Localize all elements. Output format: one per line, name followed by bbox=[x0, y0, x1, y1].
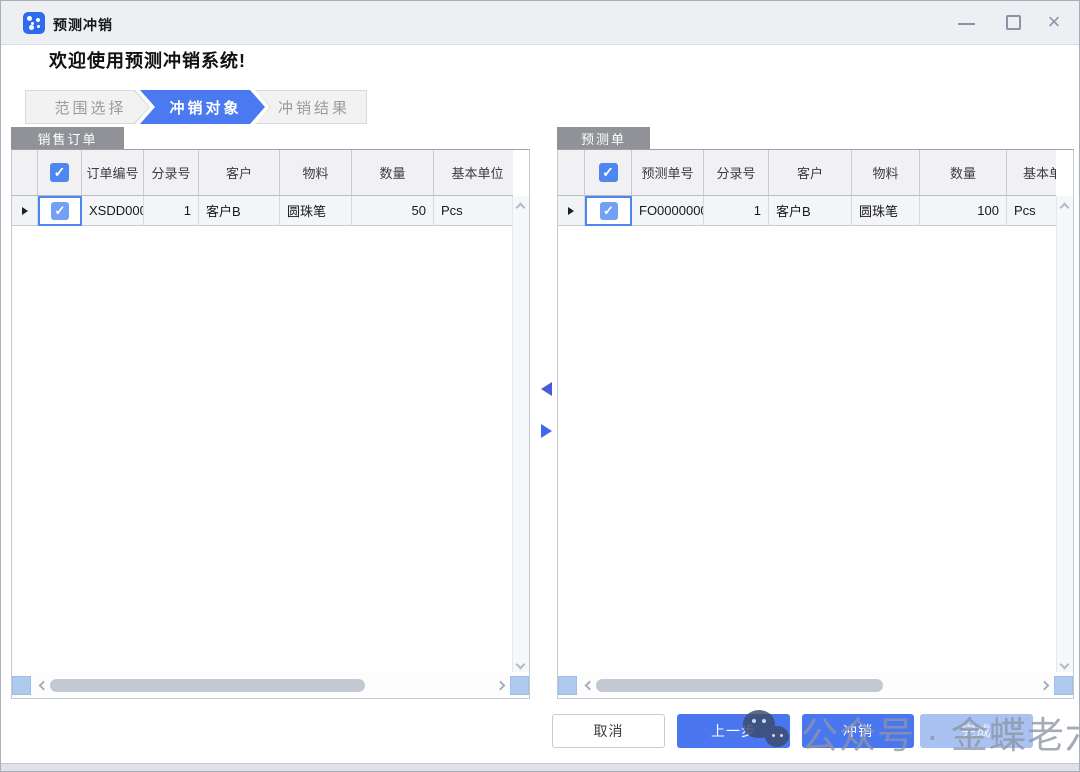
horizontal-scrollbar[interactable] bbox=[558, 672, 1073, 698]
cell-forecast-no: FO00000000 bbox=[632, 196, 704, 226]
col-qty[interactable]: 数量 bbox=[920, 150, 1007, 196]
scrollbar-thumb[interactable] bbox=[596, 679, 883, 692]
table-row[interactable]: ✓ FO00000000 1 客户B 圆珠笔 100 Pcs bbox=[558, 196, 1056, 226]
cell-qty: 100 bbox=[920, 196, 1007, 226]
step-label: 范围选择 bbox=[26, 91, 149, 123]
move-left-icon[interactable] bbox=[541, 382, 552, 396]
col-material[interactable]: 物料 bbox=[852, 150, 920, 196]
close-icon[interactable]: × bbox=[1043, 13, 1065, 33]
scrollbar-thumb[interactable] bbox=[50, 679, 365, 692]
scroll-right-icon[interactable] bbox=[496, 681, 506, 691]
cell-qty: 50 bbox=[352, 196, 434, 226]
row-select-cell[interactable]: ✓ bbox=[38, 196, 82, 226]
col-forecast-no[interactable]: 预测单号 bbox=[632, 150, 704, 196]
dialog-window: 预测冲销 × 欢迎使用预测冲销系统! 范围选择 冲销对象 冲销结果 销售订单 ✓… bbox=[0, 0, 1080, 772]
cancel-button[interactable]: 取消 bbox=[552, 714, 665, 748]
cell-unit: Pcs bbox=[434, 196, 513, 226]
maximize-icon[interactable] bbox=[1003, 13, 1025, 33]
col-material[interactable]: 物料 bbox=[280, 150, 352, 196]
row-indicator-icon bbox=[558, 196, 585, 226]
row-indicator-icon bbox=[12, 196, 38, 226]
scroll-left-icon[interactable] bbox=[39, 681, 49, 691]
title-bar: 预测冲销 × bbox=[1, 1, 1079, 45]
sales-order-table: ✓ 订单编号 分录号 客户 物料 数量 基本单位 ✓ XSDD00000 1 客… bbox=[11, 149, 530, 699]
step-label: 冲销对象 bbox=[141, 91, 264, 123]
select-all-cell[interactable]: ✓ bbox=[38, 150, 82, 196]
sales-order-tab[interactable]: 销售订单 bbox=[11, 127, 124, 149]
scroll-up-icon[interactable] bbox=[516, 203, 526, 213]
col-customer[interactable]: 客户 bbox=[769, 150, 852, 196]
app-logo-icon bbox=[23, 12, 45, 34]
scroll-left-icon[interactable] bbox=[585, 681, 595, 691]
step-label: 冲销结果 bbox=[256, 91, 366, 123]
header-indicator bbox=[558, 150, 585, 196]
col-unit[interactable]: 基本单位 bbox=[434, 150, 513, 196]
cell-customer: 客户B bbox=[769, 196, 852, 226]
finish-button: 完成 bbox=[920, 714, 1033, 748]
table-header-row: ✓ 预测单号 分录号 客户 物料 数量 基本单位 bbox=[558, 150, 1056, 196]
col-order-no[interactable]: 订单编号 bbox=[82, 150, 144, 196]
scroll-corner bbox=[12, 676, 31, 695]
scroll-corner bbox=[558, 676, 577, 695]
cell-material: 圆珠笔 bbox=[852, 196, 920, 226]
table-header-row: ✓ 订单编号 分录号 客户 物料 数量 基本单位 bbox=[12, 150, 513, 196]
scroll-corner bbox=[1054, 676, 1073, 695]
sales-order-panel: 销售订单 ✓ 订单编号 分录号 客户 物料 数量 基本单位 ✓ XSDD0000… bbox=[11, 127, 530, 699]
cell-customer: 客户B bbox=[199, 196, 280, 226]
select-all-checkbox[interactable]: ✓ bbox=[50, 163, 69, 182]
step-writeoff-result[interactable]: 冲销结果 bbox=[255, 90, 367, 124]
window-bottom-edge bbox=[1, 763, 1079, 771]
select-all-cell[interactable]: ✓ bbox=[585, 150, 632, 196]
row-checkbox[interactable]: ✓ bbox=[600, 202, 618, 220]
scroll-up-icon[interactable] bbox=[1060, 203, 1070, 213]
col-entry-no[interactable]: 分录号 bbox=[704, 150, 769, 196]
forecast-table: ✓ 预测单号 分录号 客户 物料 数量 基本单位 ✓ FO00000000 1 … bbox=[557, 149, 1074, 699]
cell-order-no: XSDD00000 bbox=[82, 196, 144, 226]
minimize-icon[interactable] bbox=[956, 13, 978, 33]
vertical-scrollbar[interactable] bbox=[512, 196, 529, 672]
row-select-cell[interactable]: ✓ bbox=[585, 196, 632, 226]
cell-entry-no: 1 bbox=[144, 196, 199, 226]
cell-material: 圆珠笔 bbox=[280, 196, 352, 226]
select-all-checkbox[interactable]: ✓ bbox=[599, 163, 618, 182]
forecast-panel: 预测单 ✓ 预测单号 分录号 客户 物料 数量 基本单位 ✓ FO0000000… bbox=[557, 127, 1074, 699]
scroll-corner bbox=[510, 676, 529, 695]
header-indicator bbox=[12, 150, 38, 196]
window-title: 预测冲销 bbox=[53, 15, 113, 35]
previous-step-button[interactable]: 上一步 bbox=[677, 714, 790, 748]
cell-entry-no: 1 bbox=[704, 196, 769, 226]
horizontal-scrollbar[interactable] bbox=[12, 672, 529, 698]
scroll-right-icon[interactable] bbox=[1040, 681, 1050, 691]
col-unit[interactable]: 基本单位 bbox=[1007, 150, 1056, 196]
col-customer[interactable]: 客户 bbox=[199, 150, 280, 196]
step-writeoff-object[interactable]: 冲销对象 bbox=[140, 90, 265, 124]
vertical-scrollbar[interactable] bbox=[1056, 196, 1073, 672]
col-qty[interactable]: 数量 bbox=[352, 150, 434, 196]
welcome-text: 欢迎使用预测冲销系统! bbox=[49, 47, 246, 73]
row-checkbox[interactable]: ✓ bbox=[51, 202, 69, 220]
forecast-tab[interactable]: 预测单 bbox=[557, 127, 650, 149]
cell-unit: Pcs bbox=[1007, 196, 1056, 226]
step-range-select[interactable]: 范围选择 bbox=[25, 90, 150, 124]
move-right-icon[interactable] bbox=[541, 424, 552, 438]
table-row[interactable]: ✓ XSDD00000 1 客户B 圆珠笔 50 Pcs bbox=[12, 196, 513, 226]
col-entry-no[interactable]: 分录号 bbox=[144, 150, 199, 196]
writeoff-button[interactable]: 冲销 bbox=[802, 714, 914, 748]
